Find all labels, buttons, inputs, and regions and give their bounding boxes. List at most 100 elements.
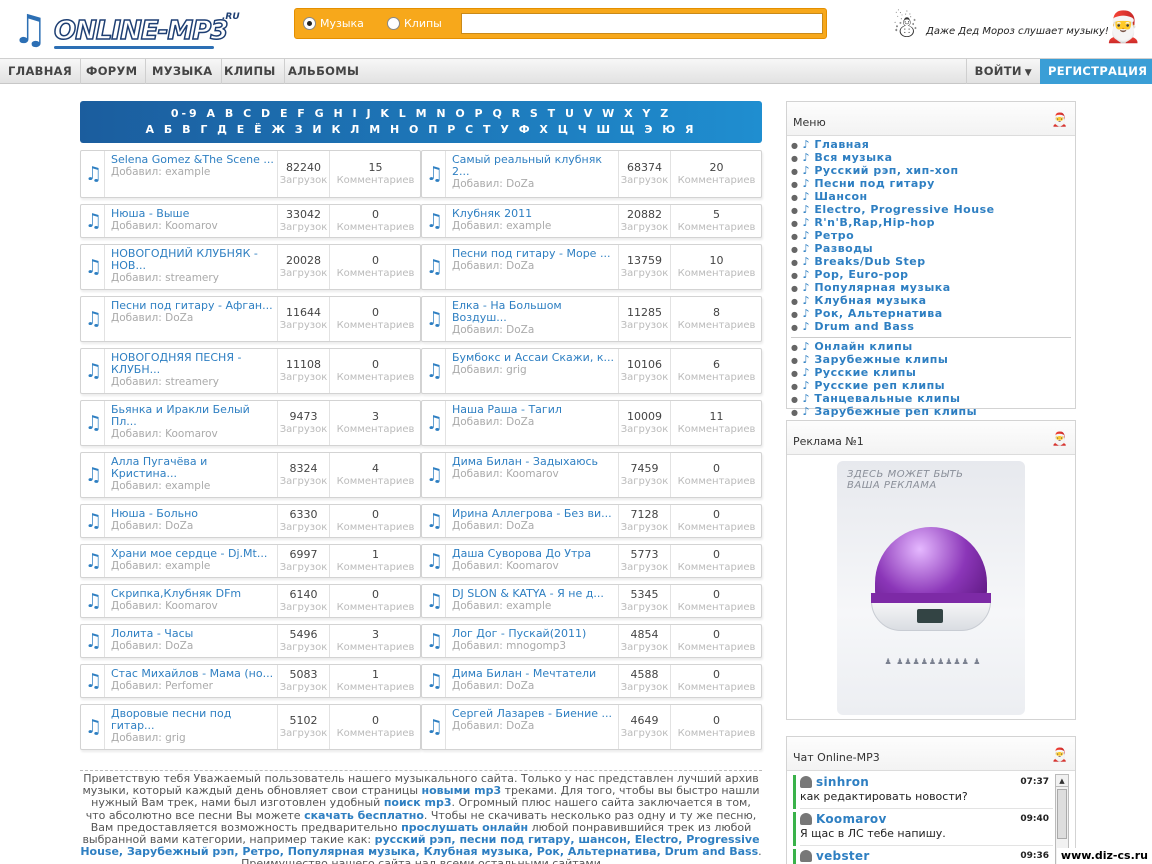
- track-card[interactable]: ♫ Храни мое сердце - Dj.Mt... Добавил: exa…: [80, 544, 421, 578]
- track-title[interactable]: Сергей Лазарев - Биение ...: [452, 708, 617, 720]
- track-card[interactable]: ♫ Нюша - Больно Добавил: DoZa 6330 Загрузок 0…: [80, 504, 421, 538]
- track-title[interactable]: Клубняк 2011: [452, 208, 617, 220]
- track-author: Добавил: DoZa: [452, 324, 535, 336]
- search-input[interactable]: [461, 13, 823, 34]
- track-info: DJ SLON & KATYA - Я не д... Добавил: exam…: [452, 588, 617, 613]
- track-title[interactable]: Стас Михайлов - Мама (но...: [111, 668, 276, 680]
- menu-item[interactable]: ● ♪ Drum and Bass: [791, 321, 1075, 334]
- comments-label: Комментариев: [677, 728, 756, 739]
- comments-count: 4: [372, 462, 379, 475]
- track-author: Добавил: Koomarov: [111, 600, 218, 612]
- track-title[interactable]: Нюша - Больно: [111, 508, 276, 520]
- seo-link-search-mp3[interactable]: поиск mp3: [384, 796, 452, 809]
- track-title[interactable]: Храни мое сердце - Dj.Mt...: [111, 548, 276, 560]
- track-title[interactable]: Бумбокс и Ассаи Скажи, к...: [452, 352, 617, 364]
- nav-item-albums[interactable]: АЛЬБОМЫ: [280, 59, 367, 84]
- radio-clips[interactable]: Клипы: [387, 17, 442, 30]
- login-button[interactable]: ВОЙТИ ▼: [965, 59, 1040, 84]
- track-card[interactable]: ♫ Дима Билан - Задыхаюсь Добавил: Koomarov…: [421, 452, 762, 498]
- track-title[interactable]: Ирина Аллегрова - Без ви...: [452, 508, 617, 520]
- track-card[interactable]: ♫ Даша Суворова До Утра Добавил: Koomarov 5…: [421, 544, 762, 578]
- alphabet-cyrillic[interactable]: А Б В Г Д Е Ё Ж З И К Л М Н О П Р С Т У …: [80, 123, 762, 137]
- track-card[interactable]: ♫ DJ SLON & KATYA - Я не д... Добавил: exa…: [421, 584, 762, 618]
- track-card[interactable]: ♫ Алла Пугачёва и Кристина... Добавил: exa…: [80, 452, 421, 498]
- chat-username[interactable]: sinhron: [800, 775, 1053, 790]
- track-title[interactable]: DJ SLON & KATYA - Я не д...: [452, 588, 617, 600]
- track-author: Добавил: example: [111, 560, 211, 572]
- radio-dot-selected[interactable]: [303, 17, 316, 30]
- track-title[interactable]: Алла Пугачёва и Кристина...: [111, 456, 276, 480]
- track-card[interactable]: ♫ Скрипка,Клубняк DFm Добавил: Koomarov 614…: [80, 584, 421, 618]
- radio-music[interactable]: Музыка: [303, 17, 364, 30]
- track-card[interactable]: ♫ Лог Дог - Пускай(2011) Добавил: mnogomp3…: [421, 624, 762, 658]
- track-title[interactable]: Наша Раша - Тагил: [452, 404, 617, 416]
- chat-username[interactable]: vebster: [800, 849, 1053, 864]
- track-title[interactable]: Нюша - Выше: [111, 208, 276, 220]
- site-logo[interactable]: ♫ ONLINE-MP3 .RU: [12, 6, 252, 54]
- chat-username[interactable]: Koomarov: [800, 812, 1053, 827]
- track-card[interactable]: ♫ НОВОГОДНИЙ КЛУБНЯК - НОВ... Добавил: str…: [80, 244, 421, 290]
- track-title[interactable]: Бьянка и Иракли Белый Пл...: [111, 404, 276, 428]
- track-title[interactable]: Даша Суворова До Утра: [452, 548, 617, 560]
- nav-item-home[interactable]: ГЛАВНАЯ: [0, 59, 82, 84]
- track-title[interactable]: Selena Gomez &The Scene ...: [111, 154, 276, 166]
- radio-dot[interactable]: [387, 17, 400, 30]
- track-card[interactable]: ♫ Selena Gomez &The Scene ... Добавил: exa…: [80, 150, 421, 198]
- track-card[interactable]: ♫ Нюша - Выше Добавил: Koomarov 33042 Загруз…: [80, 204, 421, 238]
- seo-link-new-mp3[interactable]: новыми mp3: [422, 784, 502, 797]
- track-card[interactable]: ♫ Дима Билан - Мечтатели Добавил: DoZa 4588…: [421, 664, 762, 698]
- track-card[interactable]: ♫ НОВОГОДНЯЯ ПЕСНЯ - КЛУБН... Добавил: str…: [80, 348, 421, 394]
- nav-item-forum[interactable]: ФОРУМ: [78, 59, 147, 84]
- track-title[interactable]: Дворовые песни под гитар...: [111, 708, 276, 732]
- track-title[interactable]: Лог Дог - Пускай(2011): [452, 628, 617, 640]
- music-note-icon: ♫: [83, 245, 105, 289]
- track-comments: 0 Комментариев: [670, 585, 762, 617]
- alphabet-filter: 0-9 A B C D E F G H I J K L M N O P Q R …: [80, 101, 762, 143]
- track-card[interactable]: ♫ Лолита - Часы Добавил: DoZa 5496 Загрузок 3…: [80, 624, 421, 658]
- track-title[interactable]: Скрипка,Клубняк DFm: [111, 588, 276, 600]
- track-info: Скрипка,Клубняк DFm Добавил: Koomarov: [111, 588, 276, 613]
- track-card[interactable]: ♫ Елка - На Большом Воздуш... Добавил: DoZ…: [421, 296, 762, 342]
- track-card[interactable]: ♫ Песни под гитару - Афган... Добавил: DoZ…: [80, 296, 421, 342]
- track-title[interactable]: Лолита - Часы: [111, 628, 276, 640]
- track-title[interactable]: Елка - На Большом Воздуш...: [452, 300, 617, 324]
- music-note-icon: ♫: [424, 665, 446, 697]
- scroll-thumb[interactable]: [1057, 789, 1067, 839]
- track-title[interactable]: Дима Билан - Мечтатели: [452, 668, 617, 680]
- menu-item[interactable]: ● ♪ Зарубежные реп клипы: [791, 406, 1075, 419]
- comments-label: Комментариев: [336, 602, 415, 613]
- nav-item-clips[interactable]: КЛИПЫ: [216, 59, 285, 84]
- search-bar: Музыка Клипы: [294, 8, 827, 39]
- track-title[interactable]: Дима Билан - Задыхаюсь: [452, 456, 617, 468]
- track-title[interactable]: Песни под гитару - Море ...: [452, 248, 617, 260]
- track-card[interactable]: ♫ Клубняк 2011 Добавил: example 20882 Загруз…: [421, 204, 762, 238]
- track-title[interactable]: НОВОГОДНИЙ КЛУБНЯК - НОВ...: [111, 248, 276, 272]
- seo-link-download-free[interactable]: скачать бесплатно: [304, 809, 424, 822]
- track-author: Добавил: DoZa: [111, 640, 194, 652]
- track-title[interactable]: НОВОГОДНЯЯ ПЕСНЯ - КЛУБН...: [111, 352, 276, 376]
- promo-banner[interactable]: ☃ Даже Дед Мороз слушает музыку! 🎅: [892, 6, 1142, 52]
- track-card[interactable]: ♫ Бумбокс и Ассаи Скажи, к... Добавил: gri…: [421, 348, 762, 394]
- register-button[interactable]: РЕГИСТРАЦИЯ: [1040, 59, 1152, 84]
- comments-label: Комментариев: [677, 522, 756, 533]
- track-downloads: 7459 Загрузок: [618, 453, 670, 497]
- seo-link-listen-online[interactable]: прослушать онлайн: [401, 821, 528, 834]
- track-card[interactable]: ♫ Сергей Лазарев - Биение ... Добавил: DoZ…: [421, 704, 762, 750]
- track-card[interactable]: ♫ Бьянка и Иракли Белый Пл... Добавил: Koo…: [80, 400, 421, 446]
- track-card[interactable]: ♫ Самый реальный клубняк 2... Добавил: DoZ…: [421, 150, 762, 198]
- track-title[interactable]: Самый реальный клубняк 2...: [452, 154, 617, 178]
- music-note-icon: ♫: [83, 505, 105, 537]
- downloads-label: Загрузок: [279, 372, 328, 383]
- track-card[interactable]: ♫ Песни под гитару - Море ... Добавил: DoZ…: [421, 244, 762, 290]
- alphabet-latin[interactable]: 0-9 A B C D E F G H I J K L M N O P Q R …: [80, 107, 762, 121]
- track-card[interactable]: ♫ Наша Раша - Тагил Добавил: DoZa 10009 Загр…: [421, 400, 762, 446]
- scroll-up-icon[interactable]: ▲: [1056, 775, 1068, 787]
- track-title[interactable]: Песни под гитару - Афган...: [111, 300, 276, 312]
- track-card[interactable]: ♫ Дворовые песни под гитар... Добавил: gri…: [80, 704, 421, 750]
- nav-item-music[interactable]: МУЗЫКА: [144, 59, 222, 84]
- ad-banner[interactable]: ЗДЕСЬ МОЖЕТ БЫТЬ ВАША РЕКЛАМА ♟ ♟♟♟♟♟♟♟♟…: [837, 461, 1025, 715]
- music-note-icon: ♫: [83, 349, 105, 393]
- track-card[interactable]: ♫ Ирина Аллегрова - Без ви... Добавил: DoZ…: [421, 504, 762, 538]
- track-card[interactable]: ♫ Стас Михайлов - Мама (но... Добавил: Per…: [80, 664, 421, 698]
- comments-label: Комментариев: [677, 175, 756, 186]
